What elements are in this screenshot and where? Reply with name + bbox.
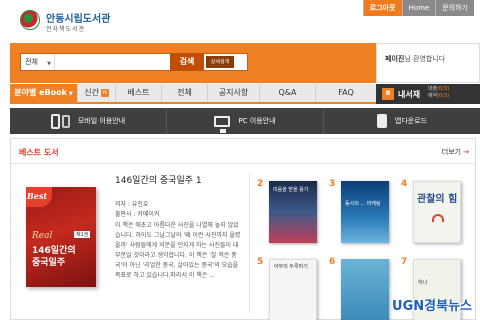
cover-volume: 제1권 <box>74 231 91 238</box>
reserve-label: 예약 <box>428 93 438 99</box>
user-greeting: 페이진님 환영합니다 <box>385 54 445 64</box>
guide-bar: 모바일 이용안내 PC 이용안내 앱다운로드 <box>10 108 480 134</box>
cover-title-line2: 중국일주 <box>32 258 66 268</box>
best-book-5[interactable]: 5 아무의 두루마기 <box>257 257 319 320</box>
my-library-stats: 대출(0/3) 예약(0/3) <box>428 86 449 100</box>
nav-faq[interactable]: FAQ <box>316 84 376 102</box>
featured-book-description: 이 책은 애초고 아름다운 사진을 나열해 놓지 않았습니다. 하이도 그날그날… <box>115 222 241 279</box>
loan-count: (0/3) <box>437 86 450 92</box>
mobile-guide-label: 모바일 이용안내 <box>77 117 126 125</box>
book-cover: 관찰의 힘 <box>413 181 461 243</box>
chevron-down-icon: ▼ <box>47 61 51 67</box>
nav-best[interactable]: 베스트 <box>116 84 162 102</box>
best-book-2[interactable]: 2 미움을 받을 용기 <box>257 179 319 249</box>
my-library-panel[interactable]: B 내서재 대출(0/3) 예약(0/3) <box>376 84 480 104</box>
app-download-link[interactable]: 앱다운로드 <box>324 108 480 134</box>
nav-new[interactable]: 신간 N <box>78 84 116 102</box>
tablet-icon <box>61 114 70 128</box>
advanced-search-button[interactable]: 상세검색 <box>206 56 234 68</box>
news-watermark: UGN경북뉴스 <box>392 299 472 314</box>
featured-book-info: 146일간의 중국일주 1 저자 : 유진호 출판사 : 카메이커 이 책은 애… <box>115 173 241 281</box>
bookshelf-icon: B <box>382 88 394 100</box>
book-cover: 아무의 두루마기 <box>269 259 317 320</box>
nav-all[interactable]: 전체 <box>162 84 208 102</box>
best-ribbon: Best <box>26 187 52 207</box>
pc-guide-label: PC 이용안내 <box>238 117 276 125</box>
my-library-title: 내서재 <box>398 89 421 99</box>
book-cover <box>341 259 389 320</box>
top-links: 로그아웃 Home 문의하기 <box>362 0 474 16</box>
logout-link[interactable]: 로그아웃 <box>362 0 402 16</box>
search-button[interactable]: 검색 <box>170 53 204 71</box>
more-label: 더보기 <box>441 148 462 156</box>
best-book-3[interactable]: 3 동사의 ... 마케팅 <box>329 179 391 249</box>
best-book-4[interactable]: 4 관찰의 힘 <box>401 179 463 249</box>
arrow-right-icon: → <box>463 148 469 156</box>
book-rank: 3 <box>329 179 336 189</box>
more-link[interactable]: 더보기 → <box>442 147 469 157</box>
book-rank: 6 <box>329 257 336 267</box>
monitor-icon <box>214 115 231 133</box>
featured-book-title[interactable]: 146일간의 중국일주 1 <box>115 173 241 186</box>
book-rank: 4 <box>401 179 408 189</box>
mobile-phone-icon <box>50 113 60 129</box>
pc-guide-link[interactable]: PC 이용안내 <box>167 108 324 134</box>
mobile-guide-link[interactable]: 모바일 이용안내 <box>10 108 167 134</box>
book-rank: 5 <box>257 257 264 267</box>
greeting-text: 님 환영합니다 <box>404 55 446 63</box>
app-icon <box>376 114 387 128</box>
nav-notice[interactable]: 공지사항 <box>208 84 260 102</box>
book-cover: 미움을 받을 용기 <box>269 181 317 243</box>
caret-down-icon: ▼ <box>68 91 73 97</box>
search-category-select[interactable]: 전체 ▼ <box>21 54 55 70</box>
wifi-icon <box>432 214 444 222</box>
city-emblem-icon <box>20 10 40 30</box>
section-title: 베스트 도서 <box>19 148 59 157</box>
vertical-divider <box>249 173 250 313</box>
logo-name: 안동시립도서관 <box>46 14 111 25</box>
featured-book-cover[interactable]: Best Real 제1권 146일간의 중국일주 <box>26 187 96 287</box>
book-rank: 7 <box>401 257 408 267</box>
home-link[interactable]: Home <box>401 0 436 16</box>
best-books-section: 베스트 도서 더보기 → Best Real 제1권 146일간의 중국일주 14… <box>10 138 476 320</box>
nav-genre-ebook[interactable]: 분야별 eBook ▼ <box>10 84 78 102</box>
main-nav: 분야별 eBook ▼ 신간 N 베스트 전체 공지사항 Q&A FAQ <box>10 84 376 104</box>
search-category-value: 전체 <box>25 58 38 66</box>
featured-book-author: 저자 : 유진호 <box>115 201 149 208</box>
cover-text: 관찰의 힘 <box>417 194 458 205</box>
user-panel: 페이진님 환영합니다 <box>376 43 480 83</box>
app-download-label: 앱다운로드 <box>394 117 428 125</box>
search-area: 전체 ▼ 검색 상세검색 <box>10 43 376 83</box>
library-logo[interactable]: 안동시립도서관 전자책도서관 <box>20 8 130 34</box>
book-rank: 2 <box>257 179 264 189</box>
book-cover: 동사의 ... 마케팅 <box>341 181 389 243</box>
best-book-6[interactable]: 6 <box>329 257 391 320</box>
nav-genre-label: 분야별 eBook <box>14 88 67 97</box>
featured-book-publisher: 출판사 : 카메이커 <box>115 211 160 218</box>
nav-qna[interactable]: Q&A <box>260 84 316 102</box>
nav-new-label: 신간 <box>84 88 99 97</box>
cover-text: 하나 <box>418 280 428 286</box>
user-name: 페이진 <box>385 55 405 63</box>
reserve-count: (0/3) <box>437 93 450 99</box>
header: 안동시립도서관 전자책도서관 로그아웃 Home 문의하기 <box>0 0 480 42</box>
loan-label: 대출 <box>428 86 438 92</box>
contact-link[interactable]: 문의하기 <box>435 0 474 16</box>
cover-real-text: Real <box>32 231 53 241</box>
divider <box>11 163 475 164</box>
cover-text: 미움을 받을 용기 <box>273 187 309 193</box>
new-badge: N <box>100 88 109 97</box>
cover-text: 아무의 두루마기 <box>274 264 308 270</box>
logo-subtitle: 전자책도서관 <box>46 26 86 33</box>
cover-text: 동사의 ... 마케팅 <box>345 201 381 207</box>
